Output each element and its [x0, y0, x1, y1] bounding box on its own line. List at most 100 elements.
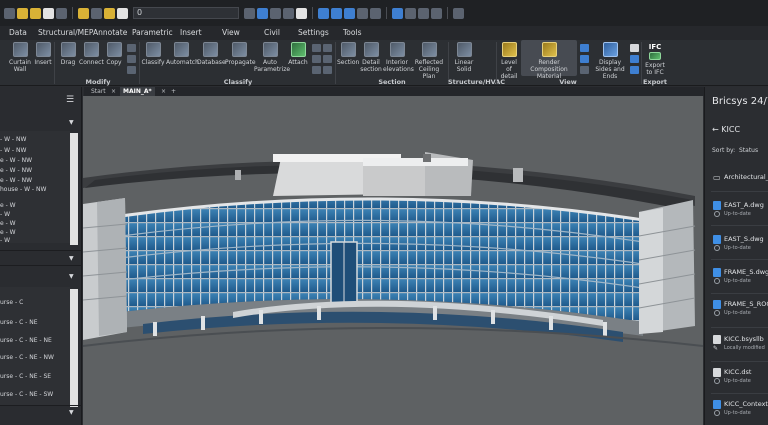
print-icon[interactable]	[56, 7, 67, 19]
tag-icon[interactable]	[323, 55, 332, 63]
list-item[interactable]: KICC.dst Up-to-date	[713, 368, 768, 388]
view-style-icon[interactable]	[630, 55, 639, 63]
list-item[interactable]: EAST_S.dwg Up-to-date	[713, 235, 768, 255]
tab-parametric[interactable]: Parametric	[132, 28, 173, 37]
level-of-detail-button[interactable]: Level of detail	[498, 40, 520, 80]
chevron-down-icon[interactable]: ▼	[69, 119, 74, 126]
detail-section-button[interactable]: Detail section	[360, 40, 382, 73]
tab-civil[interactable]: Civil	[264, 28, 280, 37]
render-icon[interactable]	[344, 7, 355, 19]
rotate-icon[interactable]	[127, 55, 136, 63]
list-item[interactable]: - W	[0, 211, 10, 218]
list-item[interactable]: urse - C - NE - SW	[0, 391, 53, 398]
list-item[interactable]: ✎ KICC.bsysllb Locally modified	[713, 335, 768, 355]
tab-tools[interactable]: Tools	[343, 28, 361, 37]
list-item[interactable]: urse - C - NE - SE	[0, 373, 51, 380]
list-item[interactable]: e - W	[0, 220, 16, 227]
list-item[interactable]: e - W - NW	[0, 167, 32, 174]
attach-button[interactable]: Attach	[288, 40, 308, 66]
scrollbar[interactable]	[70, 133, 78, 245]
filter-icon[interactable]	[323, 44, 332, 52]
model-viewport[interactable]	[83, 96, 703, 425]
new-icon[interactable]	[4, 7, 15, 19]
display-ends-icon[interactable]	[580, 55, 589, 63]
chevron-down-icon[interactable]: ▼	[69, 255, 74, 262]
automatch-button[interactable]: Automatch	[166, 40, 199, 66]
layer-dropdown[interactable]: 0	[133, 7, 239, 19]
list-item[interactable]: ▭ Architectural_1	[713, 173, 768, 185]
list-item[interactable]: e - W	[0, 229, 16, 236]
tab-structural-mep[interactable]: Structural/MEP	[38, 28, 93, 37]
chevron-down-icon[interactable]: ▼	[69, 409, 74, 416]
scrollbar[interactable]	[70, 289, 78, 407]
auto-parametrize-button[interactable]: Auto Parametrize	[254, 40, 290, 73]
list-item[interactable]: urse - C - NE	[0, 319, 38, 326]
table-icon[interactable]	[323, 66, 332, 74]
settings-icon[interactable]	[431, 7, 442, 19]
tab-insert[interactable]: Insert	[180, 28, 202, 37]
insert-button[interactable]: Insert	[34, 40, 52, 66]
layer-freeze-icon[interactable]	[270, 7, 281, 19]
layer-lock-icon[interactable]	[283, 7, 294, 19]
classify-button[interactable]: Classify	[141, 40, 165, 66]
tab-start[interactable]: Start	[88, 87, 109, 96]
hamburger-menu-icon[interactable]: ☰	[66, 95, 74, 105]
list-item[interactable]: FRAME_S_ROOF Up-to-date	[713, 300, 768, 320]
connect-button[interactable]: Connect	[79, 40, 104, 66]
list-item[interactable]: KICC_Context M Up-to-date	[713, 400, 768, 420]
interior-elevations-button[interactable]: Interior elevations	[383, 40, 414, 73]
list-item[interactable]: house - W - NW	[0, 186, 46, 193]
tab-settings[interactable]: Settings	[298, 28, 329, 37]
help-icon[interactable]	[453, 7, 464, 19]
tab-main-a[interactable]: MAIN_A*	[120, 87, 155, 96]
workspace-icon[interactable]	[418, 7, 429, 19]
shade-icon[interactable]	[331, 7, 342, 19]
display-sides-and-ends-button[interactable]: Display Sides and Ends	[592, 40, 628, 80]
render-composition-material-button[interactable]: Render Composition Material	[521, 40, 577, 80]
lock-icon[interactable]	[104, 7, 115, 19]
copy-button[interactable]: Copy	[104, 40, 124, 66]
list-item[interactable]: e - W - NW	[0, 177, 32, 184]
folder-icon[interactable]	[30, 7, 41, 19]
curtain-wall-button[interactable]: Curtain Wall	[7, 40, 33, 73]
layer-color-icon[interactable]	[296, 7, 307, 19]
database-button[interactable]: Database	[197, 40, 226, 66]
tab-annotate[interactable]: Annotate	[93, 28, 127, 37]
list-item[interactable]: urse - C - NE - NE	[0, 337, 52, 344]
list-item[interactable]: - W - NW	[0, 147, 26, 154]
move-icon[interactable]	[127, 44, 136, 52]
redo-icon[interactable]	[405, 7, 416, 19]
sort-control[interactable]: Sort by: Status	[712, 147, 758, 154]
tab-view[interactable]: View	[222, 28, 240, 37]
add-tab-button[interactable]: +	[168, 87, 179, 96]
layer-icon[interactable]	[257, 7, 268, 19]
list-item[interactable]: - W - NW	[0, 136, 26, 143]
close-icon[interactable]: ×	[108, 87, 119, 96]
match-properties-icon[interactable]	[244, 7, 255, 19]
list-item[interactable]: - W	[0, 237, 10, 244]
reflected-ceiling-plan-button[interactable]: Reflected Ceiling Plan	[412, 40, 446, 80]
view-mode-icon[interactable]	[630, 44, 639, 52]
list-item[interactable]: EAST_A.dwg Up-to-date	[713, 201, 768, 221]
chevron-down-icon[interactable]: ▼	[69, 273, 74, 280]
grid-icon[interactable]	[312, 55, 321, 63]
export-to-ifc-button[interactable]: IFC Export to IFC	[643, 40, 667, 76]
back-button[interactable]: ← KICC	[712, 125, 740, 134]
section-button[interactable]: Section	[337, 40, 359, 66]
lightbulb-icon[interactable]	[78, 7, 89, 19]
drag-button[interactable]: Drag	[58, 40, 78, 66]
mirror-icon[interactable]	[127, 66, 136, 74]
linear-solid-button[interactable]: Linear Solid	[451, 40, 477, 73]
list-item[interactable]: FRAME_S.dwg Up-to-date	[713, 268, 768, 288]
propagate-button[interactable]: Propagate	[225, 40, 256, 66]
undo-icon[interactable]	[392, 7, 403, 19]
list-item[interactable]: e - W - NW	[0, 157, 32, 164]
save-icon[interactable]	[43, 7, 54, 19]
view-lighting-icon[interactable]	[630, 66, 639, 74]
tab-data[interactable]: Data	[9, 28, 27, 37]
display-sides-icon[interactable]	[580, 44, 589, 52]
view-cube-icon[interactable]	[357, 7, 368, 19]
list-item[interactable]: urse - C - NE - NW	[0, 354, 54, 361]
properties-icon[interactable]	[312, 44, 321, 52]
open-icon[interactable]	[17, 7, 28, 19]
